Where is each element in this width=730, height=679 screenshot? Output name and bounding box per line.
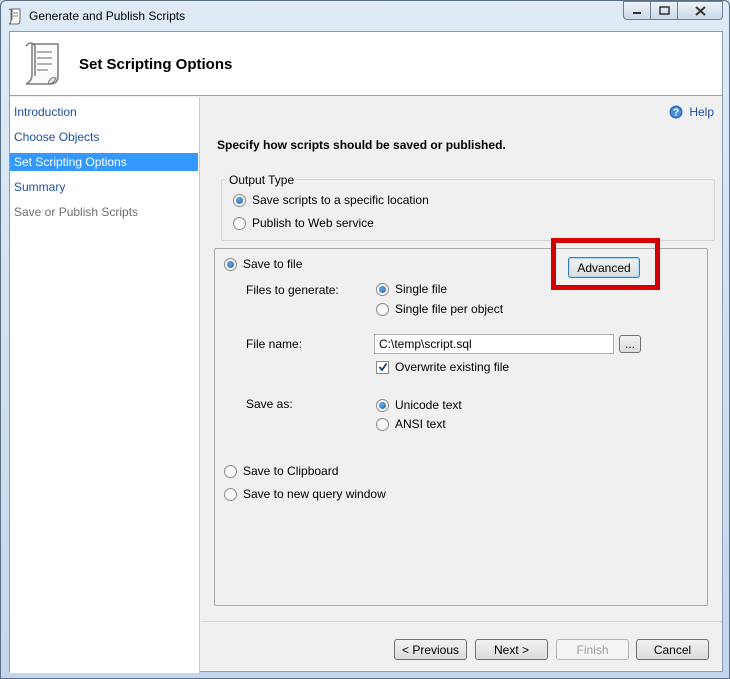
- radio-indicator: [224, 464, 237, 478]
- radio-indicator: [376, 282, 389, 296]
- svg-text:?: ?: [673, 108, 679, 119]
- radio-label: Single file: [395, 282, 448, 296]
- minimize-button[interactable]: [623, 1, 651, 20]
- radio-indicator: [224, 487, 237, 501]
- instruction-text: Specify how scripts should be saved or p…: [217, 138, 506, 152]
- annotation-highlight-box: [551, 238, 660, 290]
- scroll-icon: [8, 8, 21, 25]
- nav-item-choose-objects[interactable]: Choose Objects: [10, 128, 198, 146]
- radio-save-scripts-to-location[interactable]: Save scripts to a specific location: [233, 193, 429, 207]
- nav-item-set-scripting-options[interactable]: Set Scripting Options: [10, 153, 198, 171]
- radio-indicator: [376, 417, 389, 431]
- nav-item-summary[interactable]: Summary: [10, 178, 198, 196]
- caption-buttons: [623, 1, 723, 21]
- radio-label: Publish to Web service: [252, 216, 374, 230]
- help-label: Help: [689, 105, 714, 119]
- radio-indicator: [224, 257, 237, 271]
- radio-ansi-text[interactable]: ANSI text: [376, 417, 446, 431]
- output-type-legend: Output Type: [227, 173, 297, 187]
- window-title: Generate and Publish Scripts: [29, 9, 186, 23]
- next-button[interactable]: Next >: [475, 639, 548, 660]
- title-bar[interactable]: Generate and Publish Scripts: [1, 1, 729, 31]
- dialog-client-area: Set Scripting Options Introduction Choos…: [9, 31, 723, 673]
- radio-label: Save to file: [243, 257, 303, 271]
- page-title: Set Scripting Options: [79, 56, 233, 73]
- radio-label: Unicode text: [395, 398, 462, 412]
- close-button[interactable]: [677, 1, 723, 20]
- maximize-icon: [658, 6, 670, 15]
- radio-unicode-text[interactable]: Unicode text: [376, 398, 462, 412]
- nav-item-save-or-publish: Save or Publish Scripts: [14, 205, 139, 219]
- file-name-input[interactable]: [374, 334, 614, 354]
- output-type-group: [221, 179, 715, 241]
- previous-button[interactable]: < Previous: [394, 639, 467, 660]
- close-icon: [694, 5, 706, 16]
- radio-label: Save to new query window: [243, 487, 386, 501]
- radio-save-to-query-window[interactable]: Save to new query window: [224, 487, 386, 501]
- minimize-icon: [633, 11, 641, 14]
- radio-label: Save to Clipboard: [243, 464, 339, 478]
- checkmark-icon: [378, 362, 387, 372]
- radio-label: Save scripts to a specific location: [252, 193, 429, 207]
- checkbox-indicator: [376, 360, 389, 374]
- dialog-window: Generate and Publish Scripts Set Scripti…: [0, 0, 730, 679]
- radio-indicator: [233, 193, 246, 207]
- maximize-button[interactable]: [650, 1, 678, 20]
- help-link[interactable]: ? Help: [669, 105, 714, 119]
- browse-button[interactable]: ...: [619, 335, 641, 353]
- wizard-nav: Introduction Choose Objects Set Scriptin…: [10, 97, 200, 673]
- cancel-button[interactable]: Cancel: [636, 639, 709, 660]
- radio-single-file[interactable]: Single file: [376, 282, 447, 296]
- radio-save-to-clipboard[interactable]: Save to Clipboard: [224, 464, 338, 478]
- radio-single-file-per-object[interactable]: Single file per object: [376, 302, 503, 316]
- radio-publish-to-web-service[interactable]: Publish to Web service: [233, 216, 374, 230]
- radio-label: Single file per object: [395, 302, 504, 316]
- overwrite-checkbox[interactable]: Overwrite existing file: [376, 360, 509, 374]
- checkbox-label: Overwrite existing file: [395, 360, 510, 374]
- script-scroll-icon: [25, 42, 59, 85]
- radio-save-to-file[interactable]: Save to file: [224, 257, 302, 271]
- radio-indicator: [376, 398, 389, 412]
- radio-label: ANSI text: [395, 417, 446, 431]
- main-content: ? Help Specify how scripts should be sav…: [201, 97, 722, 673]
- radio-indicator: [376, 302, 389, 316]
- radio-indicator: [233, 216, 246, 230]
- nav-item-introduction[interactable]: Introduction: [10, 103, 198, 121]
- page-header: Set Scripting Options: [10, 32, 722, 96]
- help-icon: ?: [669, 105, 683, 119]
